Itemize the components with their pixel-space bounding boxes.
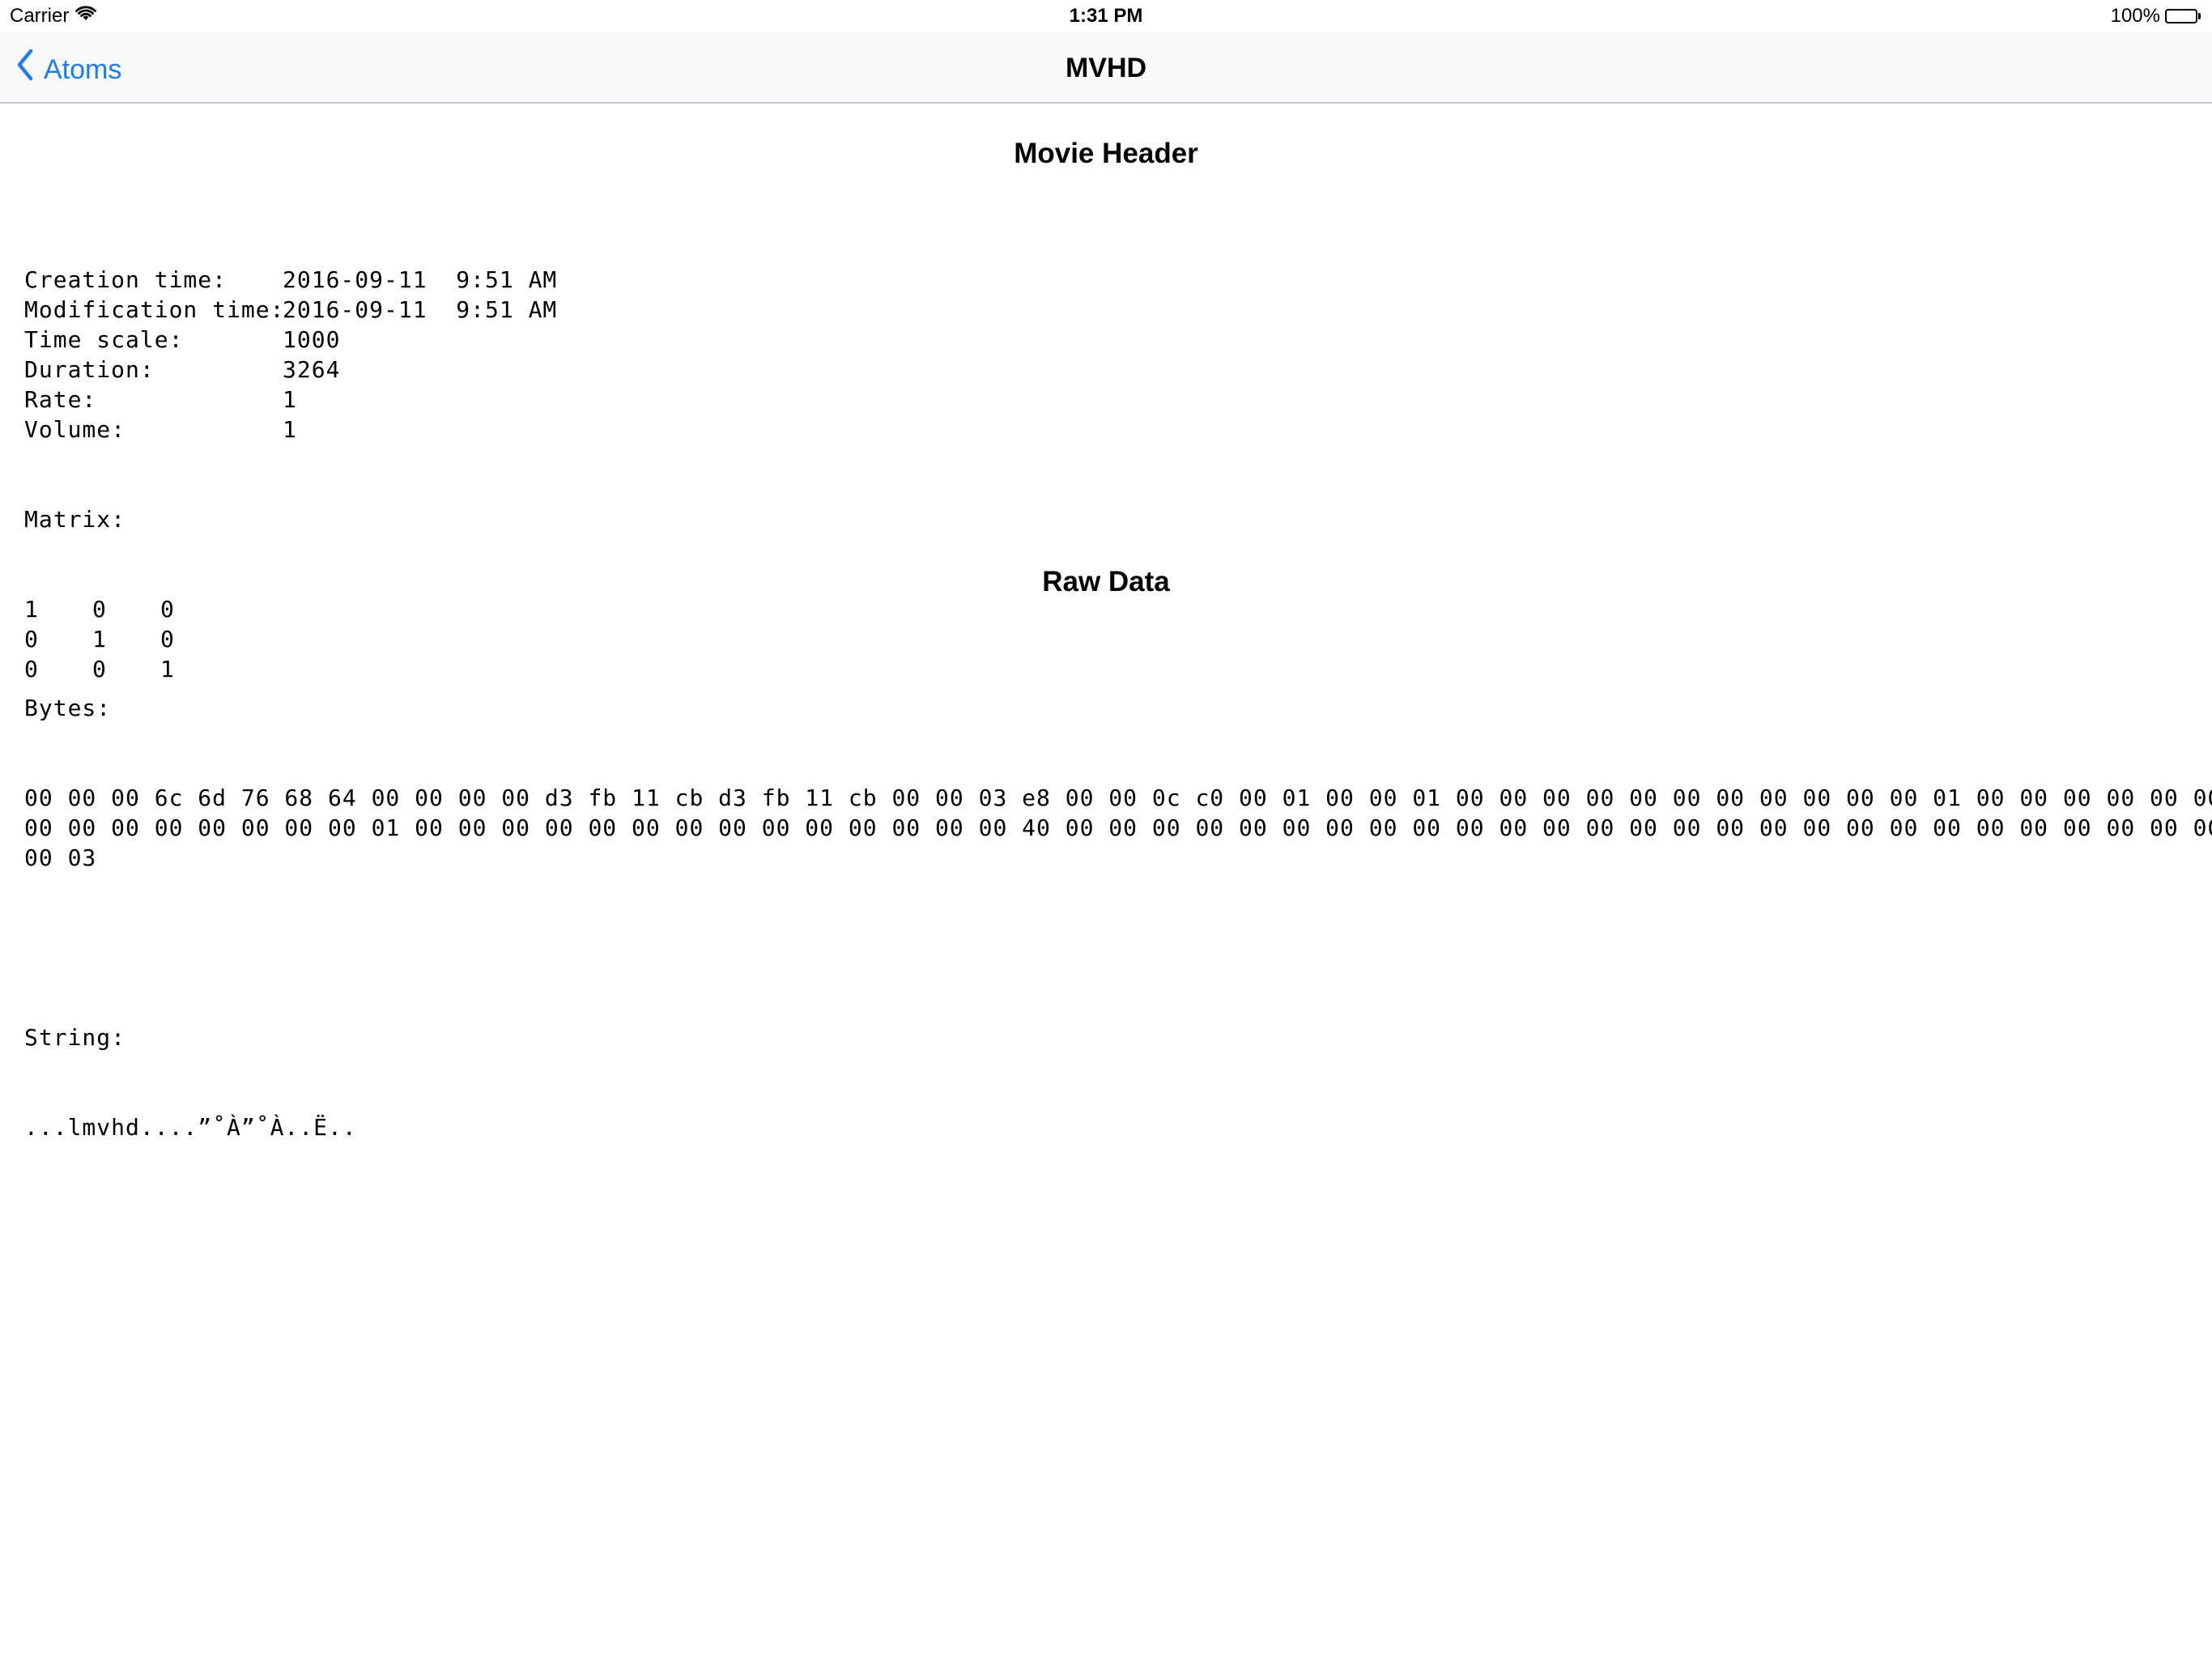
field-row: Time scale: 1000 [24, 325, 557, 355]
bytes-label: Bytes: [24, 695, 112, 721]
section-title-raw-data: Raw Data [1042, 566, 1170, 597]
field-list: Creation time: 2016-09-11 9:51 AM Modifica… [24, 265, 557, 444]
field-value: 1 [283, 386, 297, 413]
status-time: 1:31 PM [1069, 5, 1143, 27]
battery-indicator: 100% [2111, 5, 2201, 28]
battery-percent: 100% [2110, 5, 2160, 27]
bytes-line: 00 00 00 00 00 00 00 00 01 00 00 00 00 0… [24, 814, 2212, 841]
string-label: String: [24, 1024, 126, 1051]
field-value: 1000 [283, 326, 341, 353]
field-row: Modification time: 2016-09-11 9:51 AM [24, 295, 557, 325]
field-value: 2016-09-11 9:51 AM [283, 266, 558, 293]
field-row: Rate: 1 [24, 385, 557, 414]
raw-data-details: Bytes: 00 00 00 6c 6d 76 68 64 00 00 00 … [24, 633, 2212, 1172]
field-label: Modification time: [24, 296, 285, 323]
field-value: 3264 [283, 356, 341, 383]
bytes-line: 00 03 [24, 844, 97, 871]
field-value: 2016-09-11 9:51 AM [283, 296, 558, 323]
matrix-label: Matrix: [24, 506, 126, 533]
section-title-movie-header: Movie Header [1014, 138, 1198, 169]
field-value: 1 [283, 416, 297, 443]
field-label: Volume: [24, 416, 126, 443]
field-label: Rate: [24, 386, 97, 413]
field-row: Creation time: 2016-09-11 9:51 AM [24, 265, 557, 295]
field-label: Creation time: [24, 266, 228, 293]
field-label: Time scale: [24, 326, 184, 353]
bytes-lines: 00 00 00 6c 6d 76 68 64 00 00 00 00 d3 f… [24, 783, 2212, 873]
status-bar: Carrier 1:31 PM 100% [0, 0, 2212, 32]
field-row: Duration: 3264 [24, 355, 557, 385]
bytes-line: 00 00 00 6c 6d 76 68 64 00 00 00 00 d3 f… [24, 784, 2212, 811]
string-value: ...lmvhd....”˚À”˚À..Ë.. [24, 1114, 357, 1141]
field-label: Duration: [24, 356, 155, 383]
page-title: MVHD [1065, 53, 1147, 83]
field-row: Volume: 1 [24, 414, 557, 444]
battery-icon [2165, 9, 2201, 23]
navigation-bar: Atoms MVHD [0, 32, 2212, 104]
